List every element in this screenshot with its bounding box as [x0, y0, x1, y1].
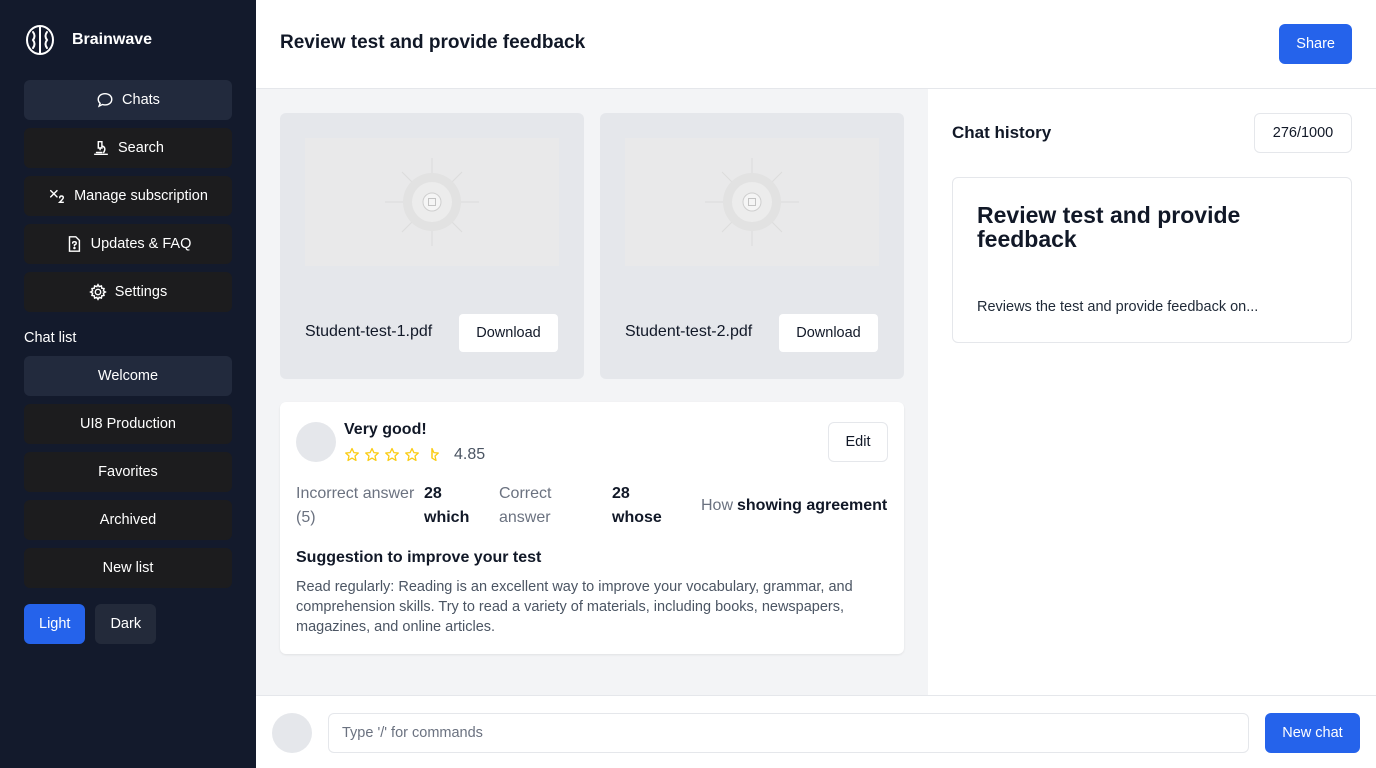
- chat-list-label: Welcome: [97, 368, 159, 384]
- star-icon: [385, 447, 399, 462]
- edit-button[interactable]: Edit: [828, 422, 888, 462]
- image-placeholder-icon: [705, 158, 799, 246]
- chat-list-label: Favorites: [98, 464, 158, 480]
- file-name: Student-test-1.pdf: [305, 323, 433, 340]
- stat-label-how: How: [701, 497, 734, 514]
- nav-label: Chats: [122, 92, 160, 108]
- chat-list-label: New list: [102, 560, 154, 576]
- new-chat-button[interactable]: New chat: [1265, 713, 1360, 753]
- nav-label: Updates & FAQ: [90, 236, 192, 252]
- rating-value: 4.85: [454, 446, 486, 463]
- chat-list-item-welcome[interactable]: Welcome: [24, 356, 232, 396]
- avatar: [272, 713, 312, 753]
- microscope-icon: [93, 140, 109, 156]
- chat-list-item-archived[interactable]: Archived: [24, 500, 232, 540]
- gear-icon: [89, 283, 107, 301]
- stat-value-correct: 28 whose: [612, 485, 662, 526]
- star-icon: [405, 447, 419, 462]
- suggestion-text: Read regularly: Reading is an excellent …: [296, 579, 853, 635]
- file-question-icon: [68, 236, 80, 252]
- stat-label-correct: Correct answer: [499, 485, 552, 526]
- chat-history-card-description: Reviews the test and provide feedback on…: [977, 299, 1259, 315]
- share-button[interactable]: Share: [1279, 24, 1352, 64]
- nav-label: Search: [118, 140, 164, 156]
- file-card: Student-test-1.pdf Download: [280, 113, 584, 379]
- nav-chats[interactable]: Chats: [24, 80, 232, 120]
- chat-list-label: UI8 Production: [80, 416, 176, 432]
- brain-logo-icon: [24, 24, 56, 56]
- chat-list-item-ui8-production[interactable]: UI8 Production: [24, 404, 232, 444]
- file-thumbnail: [305, 138, 559, 266]
- avatar: [296, 422, 336, 462]
- chat-history-title: Chat history: [952, 123, 1052, 142]
- image-placeholder-icon: [385, 158, 479, 246]
- chat-list-label: Archived: [99, 512, 157, 528]
- nav-label: Manage subscription: [74, 188, 208, 204]
- chat-history-count: 276/1000: [1254, 113, 1352, 153]
- file-thumbnail: [625, 138, 879, 266]
- theme-light-button[interactable]: Light: [24, 604, 86, 644]
- sidebar: Brainwave Chats Search Manage subscripti…: [0, 0, 256, 768]
- feedback-title: Very good!: [344, 421, 427, 438]
- theme-toggle: Light Dark: [24, 604, 232, 644]
- file-name: Student-test-2.pdf: [625, 323, 753, 340]
- composer-bar: New chat: [256, 695, 1376, 768]
- nav-manage-subscription[interactable]: Manage subscription: [24, 176, 232, 216]
- header: Review test and provide feedback Share: [256, 0, 1376, 89]
- nav-label: Settings: [114, 284, 168, 300]
- chat-list-item-new-list[interactable]: New list: [24, 548, 232, 588]
- nav-settings[interactable]: Settings: [24, 272, 232, 312]
- feedback-card: Very good! 4.85 Edit Incorrect answer (5…: [280, 402, 904, 654]
- star-rating: 4.85: [344, 446, 485, 464]
- stat-value-incorrect: 28 which: [424, 485, 470, 526]
- app-name: Brainwave: [72, 31, 153, 48]
- download-button[interactable]: Download: [459, 314, 558, 352]
- command-input[interactable]: [328, 713, 1249, 753]
- file-card: Student-test-2.pdf Download: [600, 113, 904, 379]
- chat-list-item-favorites[interactable]: Favorites: [24, 452, 232, 492]
- nav-updates-faq[interactable]: Updates & FAQ: [24, 224, 232, 264]
- nav-search[interactable]: Search: [24, 128, 232, 168]
- theme-dark-button[interactable]: Dark: [95, 604, 157, 644]
- chat-history-panel: Chat history 276/1000 Review test and pr…: [928, 89, 1376, 695]
- download-button[interactable]: Download: [779, 314, 878, 352]
- chat-history-card[interactable]: Review test and provide feedback Reviews…: [952, 177, 1352, 343]
- chat-bubble-icon: [97, 92, 113, 108]
- brand: Brainwave: [24, 24, 232, 56]
- chat-history-card-title: Review test and provide feedback: [977, 202, 1241, 252]
- half-star-icon: [431, 447, 439, 462]
- chat-list-title: Chat list: [24, 330, 77, 346]
- stat-value-how: showing agreement: [737, 497, 888, 514]
- suggestion-title: Suggestion to improve your test: [296, 549, 542, 566]
- stat-label-incorrect: Incorrect answer (5): [296, 485, 415, 526]
- star-icon: [365, 447, 379, 462]
- star-icon: [345, 447, 359, 462]
- page-title: Review test and provide feedback: [280, 32, 586, 53]
- subscript-icon: [50, 189, 65, 204]
